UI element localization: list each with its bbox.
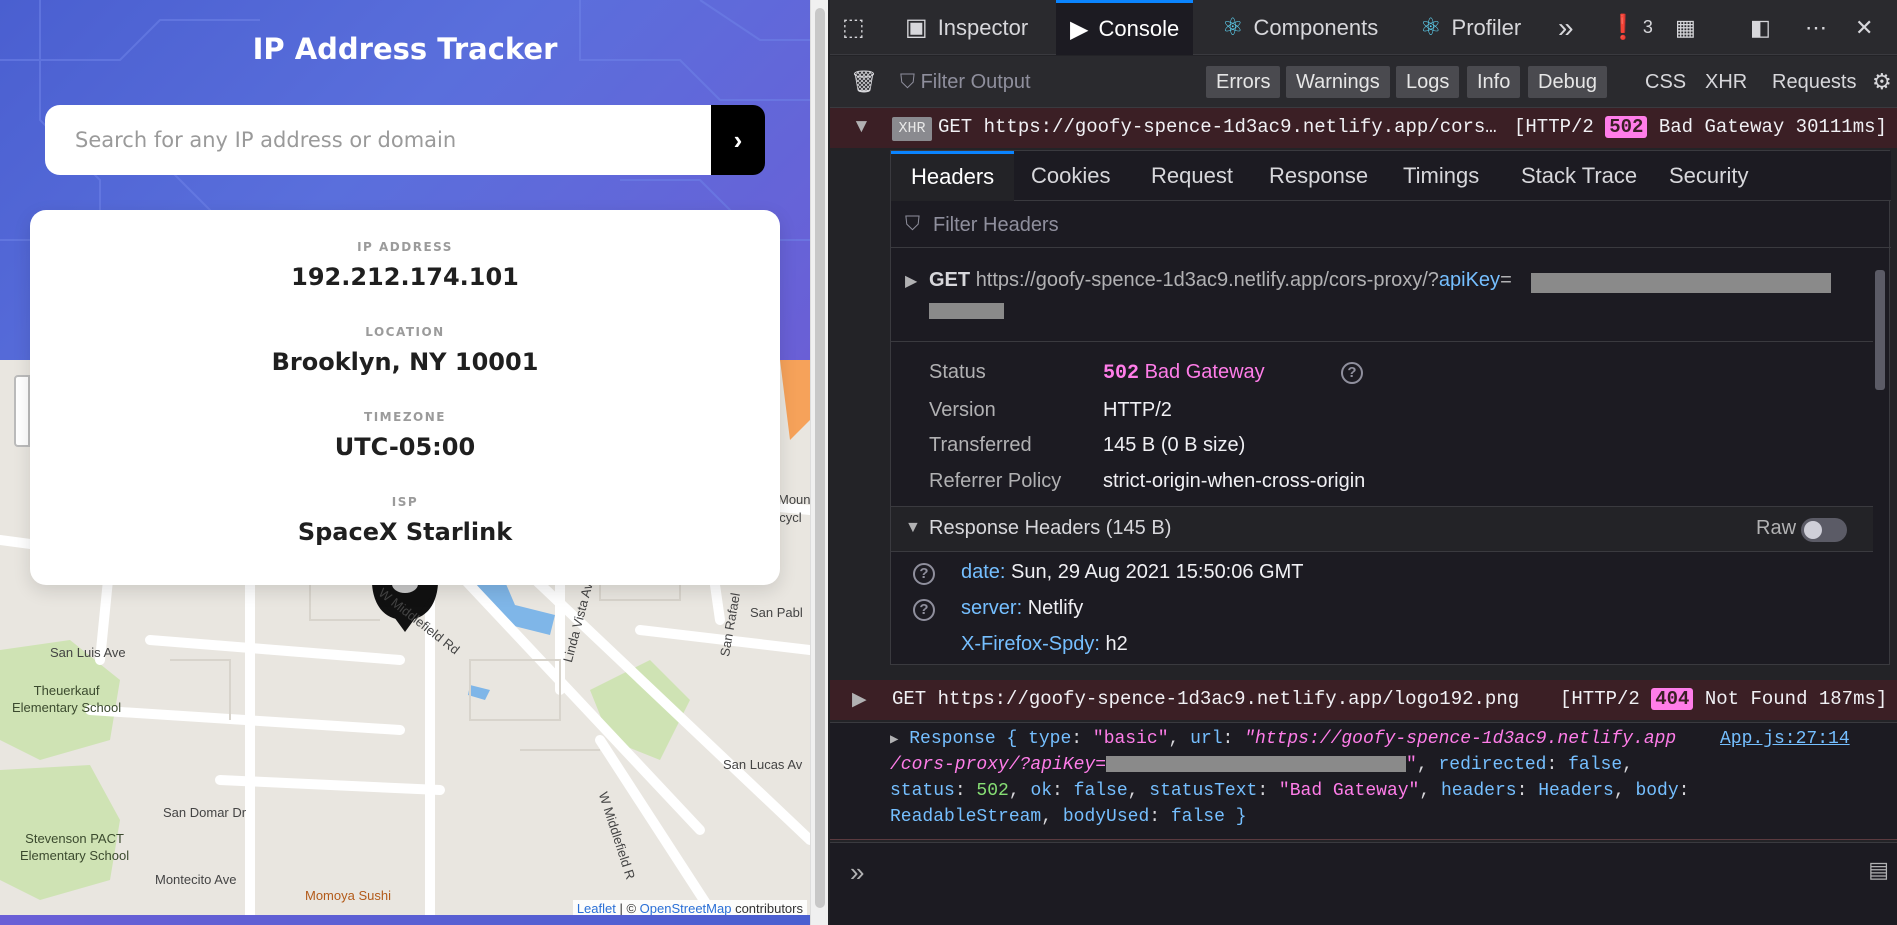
search-input[interactable] (45, 105, 711, 175)
more-options-icon[interactable]: ⋯ (1805, 0, 1827, 55)
expand-arrow-icon[interactable]: ▶ (890, 732, 898, 748)
xhr-badge: XHR (892, 117, 932, 141)
source-link[interactable]: App.js:27:14 (1720, 729, 1850, 749)
double-chevron-icon: » (1558, 11, 1574, 43)
filter-output-input[interactable]: ⛉ Filter Output (900, 66, 1031, 98)
map-label: Stevenson PACT Elementary School (20, 831, 130, 863)
details-scrollbar[interactable] (1873, 248, 1887, 664)
tab-response[interactable]: Response (1269, 151, 1368, 201)
network-request-row[interactable]: ▶ GET https://goofy-spence-1d3ac9.netlif… (830, 680, 1897, 720)
filter-warnings[interactable]: Warnings (1286, 66, 1390, 98)
filter-debug[interactable]: Debug (1528, 66, 1607, 98)
filter-icon: ⛉ (900, 71, 921, 93)
map-label: Montecito Ave (155, 872, 237, 887)
help-icon[interactable]: ? (913, 599, 935, 621)
layout-icon[interactable]: ▦ (1675, 0, 1696, 55)
error-icon: ❗ (1608, 14, 1638, 41)
trash-icon[interactable]: 🗑 (850, 66, 878, 98)
osm-link[interactable]: OpenStreetMap (640, 901, 732, 916)
tab-profiler[interactable]: ⚛ Profiler (1420, 0, 1521, 55)
console-filter-bar: 🗑 ⛉ Filter Output Errors Warnings Logs I… (830, 56, 1897, 108)
react-icon: ⚛ (1222, 14, 1244, 41)
expand-arrow-icon[interactable]: ▶ (905, 271, 917, 291)
filter-info[interactable]: Info (1467, 66, 1521, 98)
leaflet-link[interactable]: Leaflet (577, 901, 616, 916)
info-location: LOCATION Brooklyn, NY 10001 (271, 325, 539, 376)
header-server: server: Netlify (961, 597, 1084, 619)
console-icon: ▶ (1070, 15, 1089, 43)
map-label: Theuerkauf Elementary School (12, 683, 122, 715)
map-label: Momoya Sushi (305, 888, 391, 903)
network-request-row[interactable]: ▼ XHR GET https://goofy-spence-1d3ac9.ne… (830, 108, 1897, 148)
map-label: Moun (778, 492, 810, 507)
status-value: 502 Bad Gateway (1103, 361, 1265, 385)
redacted-block (1106, 756, 1407, 773)
tab-console[interactable]: ▶ Console (1056, 0, 1194, 55)
info-isp: ISP SpaceX Starlink (297, 495, 513, 546)
element-picker-button[interactable]: ⬚ (842, 0, 875, 55)
map-label: San Pabl (750, 605, 803, 620)
filter-errors[interactable]: Errors (1206, 66, 1281, 98)
console-input[interactable]: » ▤ (830, 842, 1897, 925)
close-icon[interactable]: ✕ (1855, 0, 1873, 55)
request-summary: GET https://goofy-spence-1d3ac9.netlify.… (929, 269, 1512, 291)
devtools-toolbar: ⬚ ▣ Inspector ▶ Console ⚛ Components ⚛ Profi… (830, 0, 1897, 55)
cursor-select-icon: ⬚ (842, 14, 865, 41)
filter-logs[interactable]: Logs (1396, 66, 1460, 98)
expand-arrow-icon[interactable]: ▼ (852, 116, 871, 138)
app-title: IP Address Tracker (252, 32, 558, 66)
map-zoom-control[interactable] (14, 375, 30, 447)
filter-icon: ⛉ (905, 213, 920, 235)
help-icon[interactable]: ? (913, 563, 935, 585)
tab-cookies[interactable]: Cookies (1031, 151, 1110, 201)
tab-stack-trace[interactable]: Stack Trace (1521, 151, 1637, 201)
header-x-firefox-spdy: X-Firefox-Spdy: h2 (961, 633, 1128, 655)
filter-xhr[interactable]: XHR (1705, 66, 1747, 98)
devtools-panel: ⬚ ▣ Inspector ▶ Console ⚛ Components ⚛ Profi… (830, 0, 1897, 925)
info-timezone: TIMEZONE UTC-05:00 (334, 410, 476, 461)
bottom-strip (0, 915, 810, 925)
filter-headers-input[interactable]: Filter Headers (891, 202, 1891, 248)
react-icon: ⚛ (1420, 14, 1442, 41)
page-scrollbar[interactable] (810, 0, 828, 925)
tab-security[interactable]: Security (1669, 151, 1748, 201)
map-label: San Lucas Av (723, 757, 803, 772)
expand-arrow-icon[interactable]: ▶ (852, 688, 867, 711)
filter-css[interactable]: CSS (1645, 66, 1686, 98)
tab-components[interactable]: ⚛ Components (1222, 0, 1378, 55)
search-button[interactable]: › (711, 105, 765, 175)
tab-timings[interactable]: Timings (1403, 151, 1479, 201)
dock-icon[interactable]: ◧ (1750, 0, 1771, 55)
map-label: San Domar Dr (163, 805, 247, 820)
more-tabs-button[interactable]: » (1558, 0, 1574, 55)
prompt-icon: » (850, 857, 865, 887)
chevron-right-icon: › (733, 124, 743, 155)
filter-requests[interactable]: Requests (1772, 66, 1857, 98)
help-icon[interactable]: ? (1341, 362, 1363, 384)
redacted-block (929, 303, 1004, 319)
editor-mode-icon[interactable]: ▤ (1868, 857, 1889, 883)
error-count-badge[interactable]: ❗ 3 (1608, 0, 1653, 55)
settings-icon[interactable]: ⚙ (1872, 66, 1892, 98)
tab-headers[interactable]: Headers (891, 151, 1015, 201)
raw-toggle[interactable] (1801, 518, 1847, 542)
ip-tracker-app: IP Address Tracker › (0, 0, 810, 925)
collapse-arrow-icon[interactable]: ▼ (905, 519, 921, 537)
search-box: › (45, 105, 765, 175)
header-date: date: Sun, 29 Aug 2021 15:50:06 GMT (961, 561, 1304, 583)
tab-inspector[interactable]: ▣ Inspector (905, 0, 1028, 55)
request-status: [HTTP/2 502 Bad Gateway 30111ms] (1514, 116, 1887, 138)
request-status: [HTTP/2 404 Not Found 187ms] (1560, 688, 1888, 710)
info-card: IP ADDRESS 192.212.174.101 LOCATION Broo… (30, 210, 780, 585)
request-details-panel: Headers Cookies Request Response Timings… (890, 150, 1891, 665)
redacted-block (1531, 273, 1831, 293)
map-label: San Luis Ave (50, 645, 126, 660)
console-log-entry: App.js:27:14 ▶ Response { type: "basic",… (830, 722, 1897, 840)
detail-tabs: Headers Cookies Request Response Timings… (891, 151, 1891, 201)
inspector-icon: ▣ (905, 14, 928, 41)
info-ip: IP ADDRESS 192.212.174.101 (291, 240, 519, 291)
tab-request[interactable]: Request (1151, 151, 1233, 201)
